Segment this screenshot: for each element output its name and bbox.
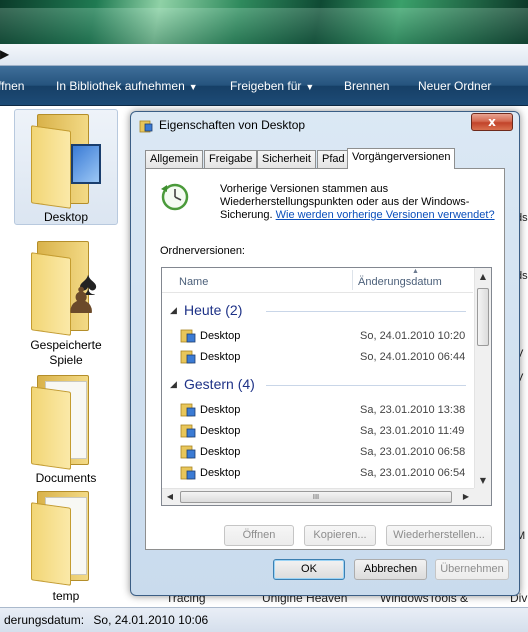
column-header-date[interactable]: Änderungsdatum	[358, 276, 442, 288]
scroll-thumb[interactable]: III	[180, 491, 452, 503]
sort-arrow-icon: ▲	[412, 268, 419, 275]
column-header-name[interactable]: Name	[179, 276, 208, 288]
collapse-triangle-icon[interactable]: ◢	[170, 305, 177, 316]
close-button[interactable]: x	[471, 113, 513, 131]
collapse-triangle-icon[interactable]: ◢	[170, 379, 177, 390]
group-title: Heute (2)	[184, 302, 243, 318]
row-name: Desktop	[200, 467, 241, 479]
folder-icon	[31, 491, 101, 586]
folder-icon	[180, 403, 196, 417]
window-glass-frame	[0, 8, 528, 44]
copy-button[interactable]: Kopieren...	[304, 525, 376, 546]
horizontal-scrollbar[interactable]: ◀ III ▶	[162, 488, 474, 505]
row-name: Desktop	[200, 425, 241, 437]
version-row[interactable]: Desktop Sa, 23.01.2010 06:58	[180, 443, 470, 463]
properties-dialog: Eigenschaften von Desktop x Allgemein Fr…	[130, 111, 520, 596]
column-divider[interactable]	[352, 270, 353, 290]
cmd-new-folder[interactable]: Neuer Ordner	[418, 79, 491, 93]
list-header: Name ▲ Änderungsdatum	[162, 268, 473, 293]
tab-previous-versions[interactable]: Vorgängerversionen	[347, 148, 456, 169]
scroll-left-icon[interactable]: ◀	[162, 489, 178, 505]
chevron-down-icon: ▼	[188, 82, 198, 92]
row-date: Sa, 23.01.2010 06:54	[360, 467, 466, 479]
group-divider	[266, 385, 466, 386]
version-row[interactable]: Desktop So, 24.01.2010 06:44	[180, 348, 470, 368]
folder-label: Gespeicherte Spiele	[30, 338, 102, 367]
group-header-today[interactable]: ◢ Heute (2)	[170, 302, 466, 320]
cmd-add-to-library[interactable]: In Bibliothek aufnehmen ▼	[56, 79, 198, 93]
version-row[interactable]: Desktop Sa, 23.01.2010 13:38	[180, 401, 470, 421]
folder-label: Documents	[35, 471, 97, 485]
folder-item-temp[interactable]: temp	[14, 491, 118, 605]
scroll-corner	[474, 488, 491, 505]
open-button[interactable]: Öffnen	[224, 525, 294, 546]
folder-icon: ♠ ♟	[31, 241, 101, 336]
folder-item-documents[interactable]: Documents	[14, 375, 118, 485]
folder-item-desktop[interactable]: Desktop	[14, 109, 118, 225]
status-value: So, 24.01.2010 10:06	[93, 613, 209, 627]
restore-button[interactable]: Wiederherstellen...	[386, 525, 492, 546]
command-bar: ffnen In Bibliothek aufnehmen ▼ Freigeben…	[0, 66, 528, 106]
versions-listview[interactable]: Name ▲ Änderungsdatum ◢ Heute (2) Deskto…	[161, 267, 492, 506]
folder-icon	[31, 375, 101, 470]
folder-item-saved-games[interactable]: ♠ ♟ Gespeicherte Spiele	[14, 241, 118, 371]
restore-clock-icon	[161, 183, 189, 211]
dialog-title: Eigenschaften von Desktop	[159, 118, 306, 132]
group-title: Gestern (4)	[184, 376, 255, 392]
version-row[interactable]: Desktop Sa, 23.01.2010 11:49	[180, 422, 470, 442]
apply-button[interactable]: Übernehmen	[435, 559, 509, 580]
row-date: So, 24.01.2010 06:44	[360, 351, 466, 363]
row-date: Sa, 23.01.2010 06:58	[360, 446, 466, 458]
cmd-open[interactable]: ffnen	[0, 79, 24, 93]
row-name: Desktop	[200, 351, 241, 363]
help-link[interactable]: Wie werden vorherige Versionen verwendet…	[276, 209, 495, 221]
row-date: Sa, 23.01.2010 13:38	[360, 404, 466, 416]
row-date: Sa, 23.01.2010 11:49	[360, 425, 465, 437]
group-divider	[266, 311, 466, 312]
dialog-titlebar[interactable]: Eigenschaften von Desktop x	[131, 112, 519, 140]
chess-pieces-icon: ♠ ♟	[65, 265, 98, 321]
folder-icon	[180, 329, 196, 343]
tab-location[interactable]: Pfad	[317, 150, 350, 168]
row-name: Desktop	[200, 404, 241, 416]
version-row[interactable]: Desktop So, 24.01.2010 10:20	[180, 327, 470, 347]
folder-icon	[180, 424, 196, 438]
monitor-icon	[71, 144, 101, 184]
scroll-up-icon[interactable]: ▲	[475, 268, 491, 285]
folder-desktop-icon	[139, 120, 153, 133]
section-label: Ordnerversionen:	[160, 245, 245, 257]
folder-icon	[180, 466, 196, 480]
info-text: Vorherige Versionen stammen aus Wiederhe…	[220, 183, 495, 221]
cmd-burn[interactable]: Brennen	[344, 79, 389, 93]
version-row[interactable]: Desktop Sa, 23.01.2010 06:54	[180, 464, 470, 484]
folder-label: temp	[52, 589, 80, 603]
grip-icon: III	[312, 493, 320, 501]
ok-button[interactable]: OK	[273, 559, 345, 580]
nav-arrow-icon[interactable]: ▶	[0, 47, 9, 61]
group-header-yesterday[interactable]: ◢ Gestern (4)	[170, 376, 466, 394]
tab-general[interactable]: Allgemein	[145, 150, 204, 168]
folder-icon	[180, 350, 196, 364]
folder-icon	[31, 114, 101, 209]
close-icon: x	[488, 115, 496, 129]
cmd-share-with[interactable]: Freigeben für ▼	[230, 79, 314, 93]
tab-panel: Vorherige Versionen stammen aus Wiederhe…	[145, 168, 505, 550]
folder-label: Desktop	[43, 210, 89, 224]
row-date: So, 24.01.2010 10:20	[360, 330, 466, 342]
tab-sharing[interactable]: Freigabe	[204, 150, 258, 168]
address-bar[interactable]: ▶	[0, 44, 528, 66]
row-name: Desktop	[200, 446, 241, 458]
status-label: derungsdatum:	[4, 613, 85, 627]
tab-security[interactable]: Sicherheit	[257, 150, 316, 168]
scroll-down-icon[interactable]: ▼	[475, 472, 491, 489]
cancel-button[interactable]: Abbrechen	[354, 559, 427, 580]
chevron-down-icon: ▼	[305, 82, 315, 92]
folder-icon	[180, 445, 196, 459]
scroll-right-icon[interactable]: ▶	[458, 489, 474, 505]
status-bar: derungsdatum: So, 24.01.2010 10:06	[0, 607, 528, 632]
row-name: Desktop	[200, 330, 241, 342]
vertical-scrollbar[interactable]: ▲ ▼	[474, 268, 491, 489]
scroll-thumb[interactable]	[477, 288, 489, 346]
